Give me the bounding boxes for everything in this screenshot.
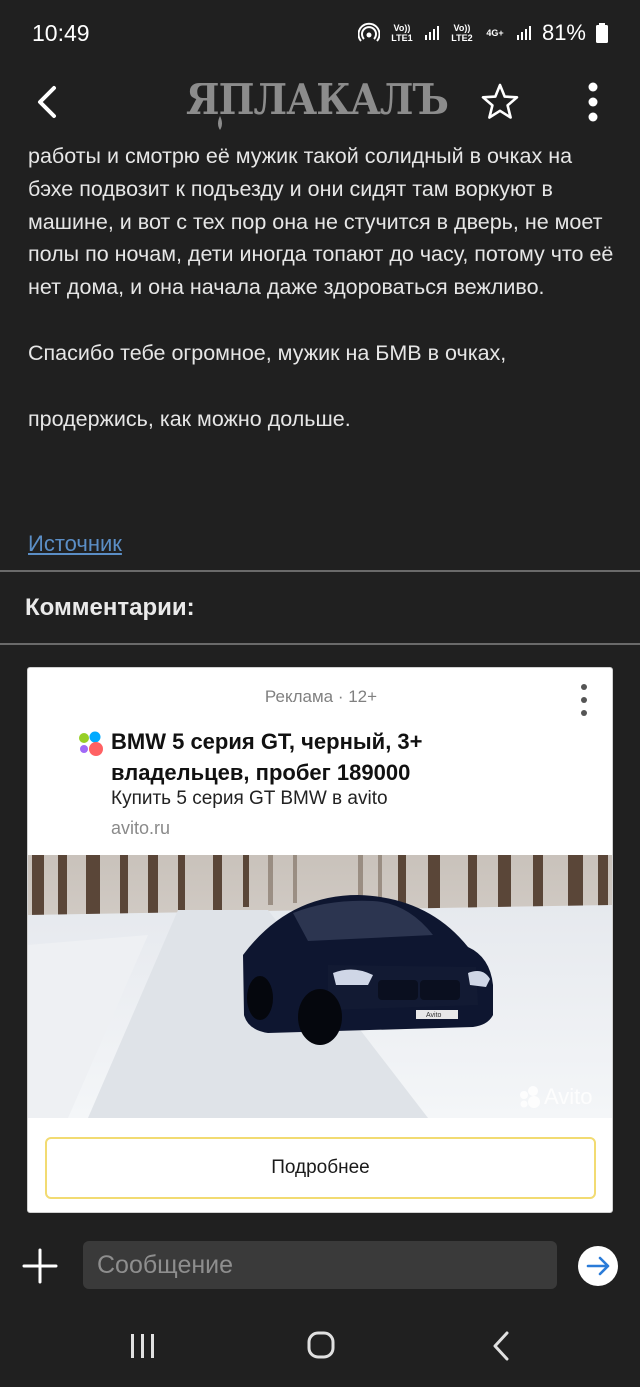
more-details-button[interactable]: Подробнее [45, 1137, 596, 1199]
back-chevron-icon [493, 1331, 509, 1361]
attach-button[interactable] [22, 1248, 58, 1284]
battery-percent: 81% [541, 20, 586, 45]
back-button[interactable] [30, 82, 66, 122]
sim2-label: Vo)) LTE2 [451, 23, 473, 43]
system-nav-bar [0, 1310, 640, 1387]
nav-back-button[interactable] [479, 1328, 523, 1364]
svg-text:ЯПЛАКАЛЪ: ЯПЛАКАЛЪ [186, 76, 448, 124]
ad-card[interactable]: Реклама · 12+ BMW 5 серия GT, черный, 3+… [27, 667, 613, 1213]
data-type-label: 4G+ [486, 28, 504, 38]
source-link[interactable]: Источник [28, 531, 122, 557]
avito-watermark: Avito [544, 1084, 593, 1109]
send-button[interactable] [578, 1246, 618, 1286]
article-paragraph: продержись, как можно дольше. [28, 406, 351, 431]
article-paragraph: работы и смотрю её мужик такой солидный … [28, 144, 614, 300]
divider [0, 570, 640, 572]
app-header: ЯПЛАКАЛЪ [0, 66, 640, 144]
recent-apps-button[interactable] [121, 1328, 165, 1364]
status-time: 10:49 [32, 19, 90, 46]
more-vertical-icon [588, 82, 598, 122]
more-vertical-icon [581, 684, 587, 716]
back-arrow-icon [38, 86, 56, 118]
star-icon [481, 83, 519, 119]
logo-graphic: ЯПЛАКАЛЪ [186, 75, 449, 130]
home-button[interactable] [299, 1328, 343, 1364]
screen: 10:49 Vo)) LTE1 Vo)) LTE2 4G+ 81% ЯПЛАКА… [0, 0, 640, 1387]
article-body: работы и смотрю её мужик такой солидный … [28, 140, 618, 436]
site-logo[interactable]: ЯПЛАКАЛЪ [186, 75, 456, 130]
sim1-label: Vo)) LTE1 [391, 23, 413, 43]
divider [0, 643, 640, 645]
ad-domain: avito.ru [111, 818, 171, 838]
favorite-button[interactable] [480, 82, 520, 122]
ad-options-button[interactable] [574, 682, 594, 718]
comments-heading: Комментарии: [25, 594, 195, 621]
plate-text: Avito [426, 1012, 442, 1019]
signal-icon [516, 26, 531, 40]
home-icon [307, 1331, 335, 1359]
message-input[interactable] [83, 1241, 557, 1289]
ad-title[interactable]: BMW 5 серия GT, черный, 3+ владельцев, п… [111, 726, 531, 788]
avito-logo-icon [79, 731, 103, 756]
ad-subtitle: Купить 5 серия GT BMW в avito [111, 788, 388, 809]
signal-icon [424, 26, 439, 40]
car-photo[interactable]: Avito Avito [28, 855, 613, 1118]
battery-icon [596, 23, 608, 43]
status-icons: Vo)) LTE1 Vo)) LTE2 4G+ 81% [357, 20, 608, 46]
send-arrow-icon [586, 1256, 610, 1276]
hotspot-icon [357, 22, 380, 42]
ad-label: Реклама · 12+ [264, 687, 378, 706]
recent-apps-icon [131, 1334, 154, 1358]
overflow-menu-button[interactable] [578, 80, 608, 124]
message-bar [0, 1222, 640, 1310]
article-paragraph: Спасибо тебе огромное, мужик на БМВ в оч… [28, 340, 507, 365]
plus-icon [22, 1248, 58, 1284]
status-bar: 10:49 Vo)) LTE1 Vo)) LTE2 4G+ 81% [0, 0, 640, 66]
